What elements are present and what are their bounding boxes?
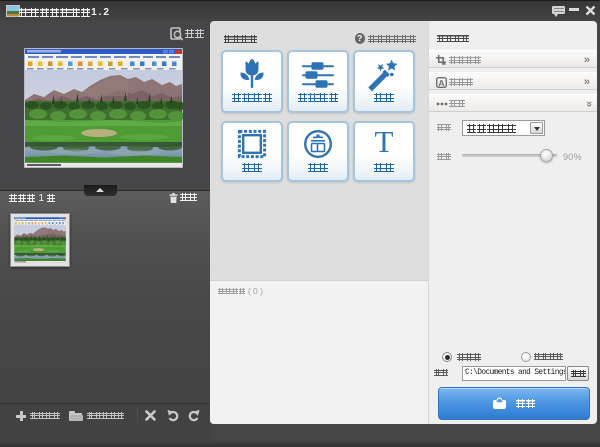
svg-text:A: A <box>438 77 444 87</box>
